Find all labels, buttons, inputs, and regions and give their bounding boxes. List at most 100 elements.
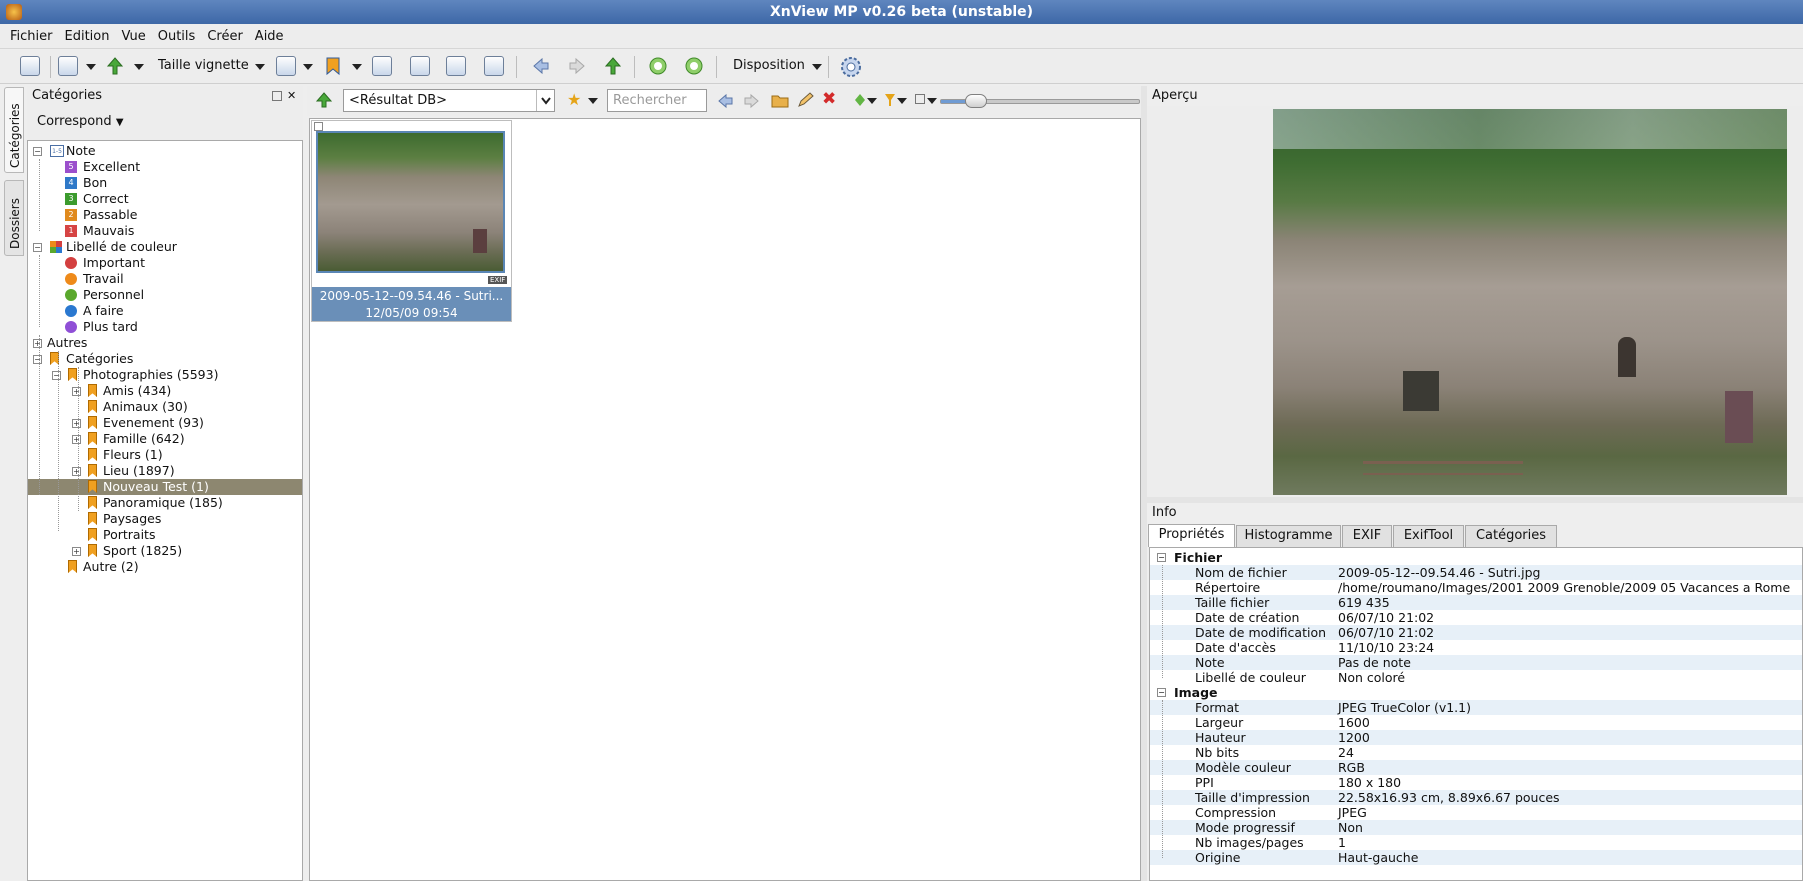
property-group[interactable]: − Image <box>1150 685 1802 700</box>
property-row[interactable]: Note Pas de note <box>1150 655 1802 670</box>
thumb-size-dropdown-icon[interactable] <box>255 64 265 70</box>
collapse-icon[interactable]: − <box>33 147 42 156</box>
menu-outils[interactable]: Outils <box>152 29 202 44</box>
property-row[interactable]: Modèle couleur RGB <box>1150 760 1802 775</box>
settings-gear-icon[interactable] <box>840 56 862 78</box>
thumb-checkbox[interactable] <box>314 122 323 131</box>
bookmark-icon[interactable] <box>325 56 341 78</box>
property-row[interactable]: Nom de fichier 2009-05-12--09.54.46 - Sut… <box>1150 565 1802 580</box>
tree-item[interactable]: Paysages <box>28 511 302 527</box>
tree-item[interactable]: 1 Mauvais <box>28 223 302 239</box>
tree-item[interactable]: Autre (2) <box>28 559 302 575</box>
sync-icon[interactable] <box>684 56 704 78</box>
sort-icon[interactable] <box>106 56 124 78</box>
slider-handle[interactable] <box>965 94 987 108</box>
property-row[interactable]: Format JPEG TrueColor (v1.1) <box>1150 700 1802 715</box>
property-group[interactable]: − Fichier <box>1150 550 1802 565</box>
layout-button[interactable]: Disposition <box>733 58 805 73</box>
filter-dropdown-icon[interactable] <box>897 98 907 104</box>
view-mode-dropdown-icon[interactable] <box>86 64 96 70</box>
thumb-size-slider[interactable] <box>940 94 1140 108</box>
layout-dropdown-icon[interactable] <box>812 64 822 70</box>
tree-item[interactable]: + Lieu (1897) <box>28 463 302 479</box>
tree-item[interactable]: Travail <box>28 271 302 287</box>
collapse-icon[interactable]: − <box>33 355 42 364</box>
delete-icon[interactable]: ✖ <box>822 89 836 109</box>
next-match-icon[interactable] <box>743 93 759 112</box>
float-panel-icon[interactable] <box>272 91 282 101</box>
collapse-icon[interactable]: − <box>1157 553 1166 562</box>
collapse-icon[interactable]: − <box>52 371 61 380</box>
tab-folders[interactable]: Dossiers <box>4 180 24 256</box>
edit-icon[interactable] <box>797 92 815 111</box>
fullscreen-icon[interactable] <box>20 56 40 76</box>
grid-dropdown-icon[interactable] <box>927 98 937 104</box>
arrow-up-icon[interactable] <box>604 56 622 78</box>
tree-item[interactable]: Animaux (30) <box>28 399 302 415</box>
properties-list[interactable]: − Fichier Nom de fichier 2009-05-12--09.54.… <box>1149 547 1803 881</box>
prev-match-icon[interactable] <box>718 93 734 112</box>
tree-item[interactable]: − Photographies (5593) <box>28 367 302 383</box>
tree-item[interactable]: Panoramique (185) <box>28 495 302 511</box>
tab-exif[interactable]: EXIF <box>1342 525 1392 547</box>
tab-categories[interactable]: Catégories <box>4 87 24 173</box>
tree-item[interactable]: + Amis (434) <box>28 383 302 399</box>
tab-categories[interactable]: Catégories <box>1465 525 1557 547</box>
thumb-size-button[interactable]: Taille vignette <box>158 58 249 73</box>
tree-item[interactable]: Nouveau Test (1) <box>28 479 302 495</box>
star-dropdown-icon[interactable] <box>588 98 598 104</box>
expand-icon[interactable]: + <box>33 339 42 348</box>
tree-item[interactable]: Fleurs (1) <box>28 447 302 463</box>
menu-aide[interactable]: Aide <box>249 29 290 44</box>
star-filter-icon[interactable]: ★ <box>567 90 581 109</box>
tree-item[interactable]: + Sport (1825) <box>28 543 302 559</box>
menu-fichier[interactable]: Fichier <box>4 29 59 44</box>
tag-dropdown-icon[interactable] <box>867 98 877 104</box>
property-row[interactable]: Taille fichier 619 435 <box>1150 595 1802 610</box>
tree-item[interactable]: 3 Correct <box>28 191 302 207</box>
view-mode-icon[interactable] <box>58 56 78 76</box>
menu-edition[interactable]: Edition <box>59 29 116 44</box>
property-row[interactable]: Date de création 06/07/10 21:02 <box>1150 610 1802 625</box>
property-row[interactable]: Largeur 1600 <box>1150 715 1802 730</box>
property-row[interactable]: Nb bits 24 <box>1150 745 1802 760</box>
tree-item[interactable]: + Autres <box>28 335 302 351</box>
expand-icon[interactable]: + <box>72 547 81 556</box>
file-browser[interactable]: EXIF 2009-05-12--09.54.46 - Sutri... 12/… <box>309 118 1141 881</box>
expand-icon[interactable]: + <box>72 435 81 444</box>
bookmark-dropdown-icon[interactable] <box>352 64 362 70</box>
expand-icon[interactable]: + <box>72 419 81 428</box>
go-up-icon[interactable] <box>315 91 333 112</box>
tree-item[interactable]: −1-5 Note <box>28 143 302 159</box>
property-row[interactable]: PPI 180 x 180 <box>1150 775 1802 790</box>
property-row[interactable]: Origine Haut-gauche <box>1150 850 1802 865</box>
tag-icon[interactable] <box>855 94 865 109</box>
property-row[interactable]: Répertoire/home/roumano/Images/2001 2009… <box>1150 580 1802 595</box>
tree-item[interactable]: − Libellé de couleur <box>28 239 302 255</box>
horizontal-splitter[interactable] <box>1147 497 1803 503</box>
property-row[interactable]: Libellé de couleur Non coloré <box>1150 670 1802 685</box>
property-row[interactable]: Date d'accès 11/10/10 23:24 <box>1150 640 1802 655</box>
search-input[interactable]: Rechercher <box>607 89 707 112</box>
slideshow-icon[interactable] <box>484 56 504 76</box>
new-folder-icon[interactable] <box>771 92 789 111</box>
export-icon[interactable] <box>446 56 466 76</box>
tree-icon[interactable] <box>372 56 392 76</box>
tree-item[interactable]: Portraits <box>28 527 302 543</box>
tree-item[interactable]: A faire <box>28 303 302 319</box>
chevron-down-icon[interactable] <box>536 90 554 111</box>
menu-creer[interactable]: Créer <box>201 29 248 44</box>
property-row[interactable]: Nb images/pages 1 <box>1150 835 1802 850</box>
grid-icon[interactable] <box>915 94 925 104</box>
tree-item[interactable]: 4 Bon <box>28 175 302 191</box>
app-icon[interactable] <box>6 4 22 20</box>
sort-dropdown-icon[interactable] <box>134 64 144 70</box>
arrow-right-icon[interactable] <box>568 56 586 78</box>
tree-item[interactable]: + Famille (642) <box>28 431 302 447</box>
category-tree[interactable]: −1-5 Note 5 Excellent 4 Bon 3 Correct 2 Passable 1… <box>27 140 303 881</box>
tree-item[interactable]: 5 Excellent <box>28 159 302 175</box>
tree-item[interactable]: − Catégories <box>28 351 302 367</box>
tree-item[interactable]: Important <box>28 255 302 271</box>
property-row[interactable]: Hauteur 1200 <box>1150 730 1802 745</box>
filter-icon[interactable] <box>885 94 895 109</box>
